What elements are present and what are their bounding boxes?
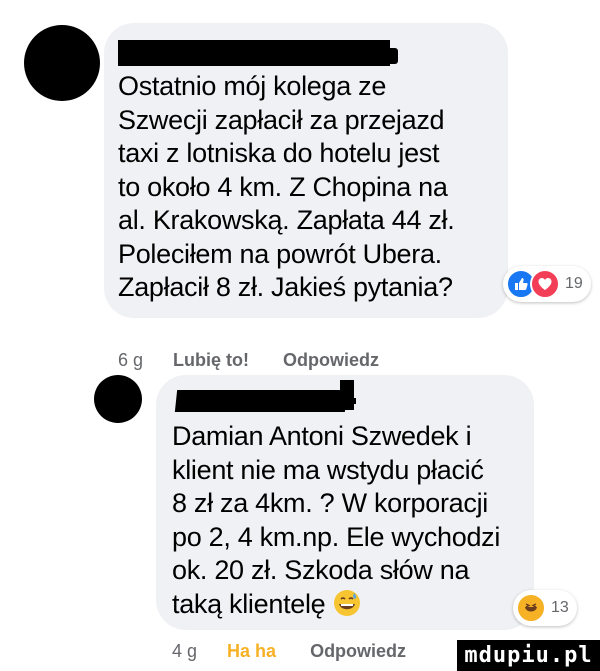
- watermark-logo: mdupiu.pl: [457, 640, 600, 671]
- reaction-count: 13: [551, 599, 569, 616]
- redaction-mark: [382, 48, 398, 64]
- grinning-sweat-emoji-icon: [333, 589, 361, 626]
- like-button[interactable]: Lubię to!: [173, 350, 249, 371]
- reaction-summary[interactable]: 13: [513, 590, 577, 626]
- avatar[interactable]: [24, 25, 100, 101]
- reply-button[interactable]: Odpowiedz: [283, 350, 379, 371]
- comment-text: Damian Antoni Szwedek i klient nie ma ws…: [172, 420, 530, 625]
- haha-icon: [516, 593, 546, 623]
- reaction-summary[interactable]: 19: [503, 266, 591, 302]
- heart-icon: [530, 269, 560, 299]
- comment-text: Ostatnio mój kolega ze Szwecji zapłacił …: [118, 71, 455, 302]
- reply-button[interactable]: Odpowiedz: [310, 641, 406, 662]
- redaction-mark: [352, 398, 356, 404]
- comment-actions: 4 g Ha ha Odpowiedz: [172, 641, 440, 662]
- haha-reaction-button[interactable]: Ha ha: [227, 641, 276, 662]
- redaction-mark: [340, 380, 354, 410]
- reaction-count: 19: [565, 275, 583, 292]
- avatar[interactable]: [94, 375, 142, 423]
- redacted-author-name: [118, 40, 390, 66]
- redacted-author-name: [174, 390, 348, 412]
- timestamp[interactable]: 6 g: [118, 350, 143, 371]
- comment-actions: 6 g Lubię to! Odpowiedz: [118, 350, 413, 371]
- timestamp[interactable]: 4 g: [172, 641, 197, 662]
